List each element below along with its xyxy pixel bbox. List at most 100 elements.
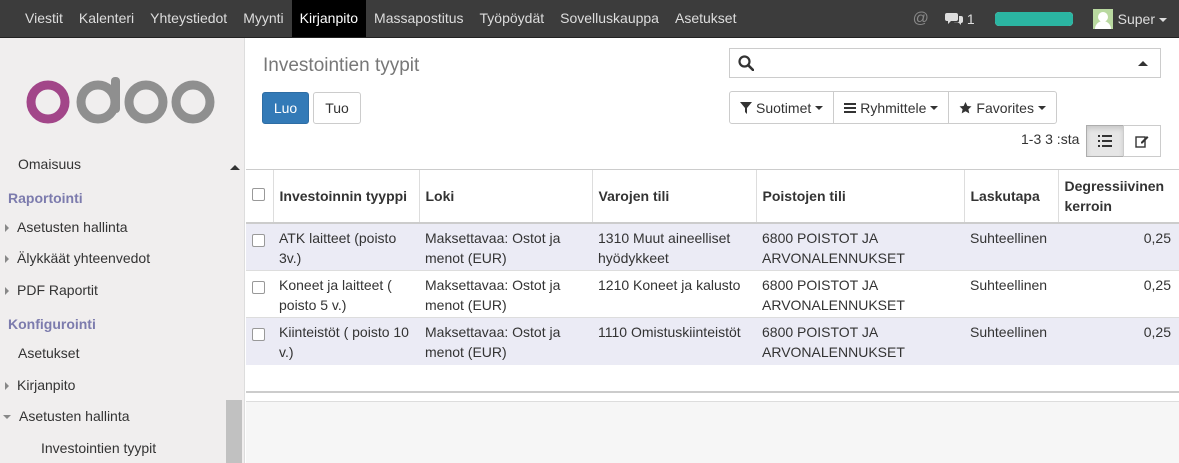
- comments-icon: [944, 12, 963, 25]
- table-cell: Maksettavaa: Ostot ja menot (EUR): [419, 270, 592, 318]
- odoo-logo[interactable]: [26, 77, 216, 127]
- table-row[interactable]: ATK laitteet (poisto 3v.) Maksettavaa: O…: [246, 222, 1179, 271]
- create-button[interactable]: Luo: [262, 92, 309, 124]
- assets-table: Investoinnin tyyppi Loki Varojen tili Po…: [246, 170, 1179, 365]
- search-options-icon[interactable]: [1138, 61, 1148, 66]
- form-view-button[interactable]: [1123, 125, 1161, 157]
- table-cell: Koneet ja laitteet ( poisto 5 v.): [273, 270, 419, 318]
- menu-item-sovelluskauppa[interactable]: Sovelluskauppa: [552, 0, 667, 37]
- star-icon: [959, 101, 972, 113]
- menu-item-myynti[interactable]: Myynti: [235, 0, 291, 37]
- user-menu[interactable]: Super: [1118, 11, 1167, 27]
- favorites-label: Favorites: [976, 99, 1034, 116]
- table-cell: Suhteellinen: [964, 317, 1058, 365]
- chevron-down-icon: [1037, 105, 1046, 110]
- progress-fill: [994, 11, 1073, 26]
- column-header[interactable]: Loki: [419, 170, 593, 224]
- sidebar-item-label: Älykkäät yhteenvedot: [17, 250, 151, 266]
- select-all-checkbox[interactable]: [252, 188, 265, 201]
- row-checkbox[interactable]: [252, 328, 265, 341]
- sidebar-item-asetusten-hallinta-expanded[interactable]: Asetusten hallinta: [3, 408, 130, 424]
- search-icon: [738, 55, 754, 71]
- import-button[interactable]: Tuo: [313, 92, 361, 124]
- pager-value[interactable]: 1-3 3 :sta: [1021, 131, 1079, 147]
- menu-item-yhteystiedot[interactable]: Yhteystiedot: [142, 0, 235, 37]
- table-cell: 6800 POISTOT JA ARVONALENNUKSET: [756, 222, 964, 271]
- sidebar-item-omaisuus[interactable]: Omaisuus: [18, 156, 81, 172]
- menu-item-kirjanpito[interactable]: Kirjanpito: [291, 0, 367, 37]
- menu-item-viestit[interactable]: Viestit: [17, 0, 71, 37]
- chat-count: 1: [966, 10, 975, 27]
- sidebar-item-label: Kirjanpito: [17, 377, 76, 393]
- sidebar: Omaisuus Raportointi Asetusten hallinta …: [0, 38, 245, 463]
- sidebar-section-raportointi: Raportointi: [8, 190, 83, 206]
- table-cell: Maksettavaa: Ostot ja menot (EUR): [419, 317, 592, 365]
- table-row[interactable]: Koneet ja laitteet ( poisto 5 v.) Makset…: [246, 270, 1179, 318]
- row-select-cell: [246, 270, 273, 318]
- search-input[interactable]: [729, 48, 1161, 78]
- chevron-down-icon: [815, 105, 824, 110]
- table-cell: 0,25: [1058, 270, 1179, 318]
- menu-item-kalenteri[interactable]: Kalenteri: [71, 0, 142, 37]
- table-cell: 6800 POISTOT JA ARVONALENNUKSET: [756, 270, 964, 318]
- row-checkbox[interactable]: [252, 234, 265, 247]
- list-icon: [1098, 135, 1112, 147]
- list-view-button[interactable]: [1086, 125, 1124, 157]
- table-cell: 0,25: [1058, 317, 1179, 365]
- table-cell: 1310 Muut aineelliset hyödykkeet: [592, 222, 756, 271]
- caret-down-icon: [3, 415, 11, 420]
- caret-right-icon: [5, 287, 9, 296]
- edit-icon: [1135, 136, 1149, 148]
- column-header[interactable]: Poistojen tili: [756, 170, 965, 224]
- systray: @ 1 Super: [913, 0, 1179, 37]
- caret-right-icon: [5, 255, 9, 264]
- bars-icon: [844, 102, 857, 113]
- app-menu: Viestit Kalenteri Yhteystiedot Myynti Ki…: [17, 0, 744, 37]
- column-header[interactable]: Degressiivinen kerroin: [1058, 170, 1179, 224]
- table-cell: Suhteellinen: [964, 222, 1058, 271]
- sidebar-item-alykkaat-yhteenvedot[interactable]: Älykkäät yhteenvedot: [5, 250, 150, 266]
- table-cell: 0,25: [1058, 222, 1179, 271]
- sidebar-item-kirjanpito[interactable]: Kirjanpito: [5, 377, 75, 393]
- caret-right-icon: [5, 382, 9, 391]
- chat-button[interactable]: 1: [944, 10, 975, 27]
- sidebar-item-investointien-tyypit[interactable]: Investointien tyypit: [41, 440, 156, 456]
- table-cell: Suhteellinen: [964, 270, 1058, 318]
- sidebar-item-label: PDF Raportit: [17, 282, 98, 298]
- table-footer: [246, 391, 1179, 463]
- search-options: Suotimet Ryhmittele Favorites: [729, 91, 1057, 124]
- table-row[interactable]: Kiinteistöt ( poisto 10 v.) Maksettavaa:…: [246, 317, 1179, 365]
- avatar[interactable]: [1092, 8, 1113, 29]
- sidebar-item-label: Asetusten hallinta: [19, 408, 130, 424]
- filters-label: Suotimet: [756, 99, 812, 116]
- chevron-down-icon: [1159, 17, 1167, 22]
- at-icon[interactable]: @: [913, 10, 929, 28]
- column-header[interactable]: Investoinnin tyyppi: [273, 170, 420, 224]
- table-cell: ATK laitteet (poisto 3v.): [273, 222, 419, 271]
- table-header-row: Investoinnin tyyppi Loki Varojen tili Po…: [246, 170, 1179, 224]
- menu-item-tyopoydat[interactable]: Työpöydät: [472, 0, 553, 37]
- row-select-cell: [246, 222, 273, 271]
- menu-item-massapostitus[interactable]: Massapostitus: [366, 0, 471, 37]
- group-by-button[interactable]: Ryhmittele: [833, 91, 950, 124]
- table-cell: Maksettavaa: Ostot ja menot (EUR): [419, 222, 592, 271]
- filters-button[interactable]: Suotimet: [729, 91, 835, 124]
- sidebar-item-asetusten-hallinta[interactable]: Asetusten hallinta: [5, 219, 128, 235]
- sidebar-item-asetukset[interactable]: Asetukset: [18, 345, 79, 361]
- filter-icon: [740, 101, 752, 114]
- favorites-button[interactable]: Favorites: [948, 91, 1057, 124]
- caret-right-icon: [5, 224, 9, 233]
- group-by-label: Ryhmittele: [860, 99, 927, 116]
- row-checkbox[interactable]: [252, 281, 265, 294]
- page-title: Investointien tyypit: [263, 55, 420, 76]
- column-header[interactable]: Varojen tili: [592, 170, 757, 224]
- progress-bar: [994, 11, 1073, 26]
- sidebar-item-pdf-raportit[interactable]: PDF Raportit: [5, 282, 98, 298]
- column-header[interactable]: Laskutapa: [964, 170, 1059, 224]
- collapse-arrow-icon[interactable]: [230, 165, 240, 170]
- chevron-down-icon: [930, 105, 939, 110]
- sidebar-scrollbar[interactable]: [226, 400, 242, 463]
- menu-item-asetukset[interactable]: Asetukset: [667, 0, 744, 37]
- sidebar-item-label: Asetusten hallinta: [17, 219, 128, 235]
- sidebar-section-konfigurointi: Konfigurointi: [8, 316, 96, 332]
